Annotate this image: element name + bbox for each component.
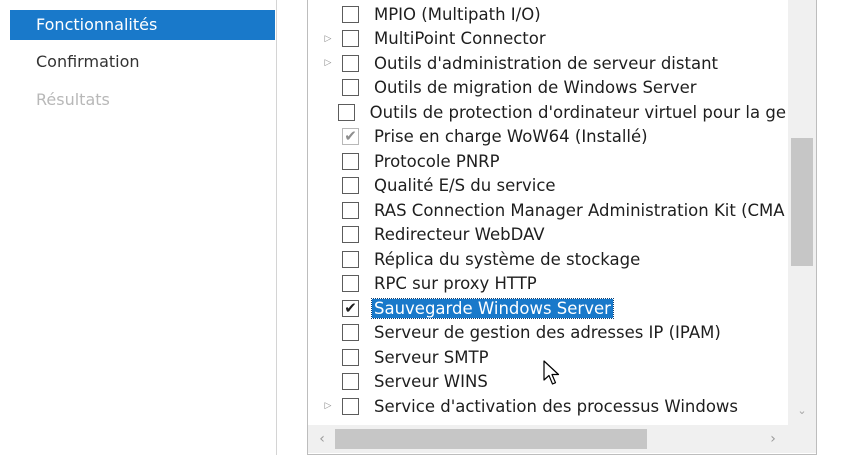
- feature-label[interactable]: Sauvegarde Windows Server: [371, 297, 614, 319]
- feature-checkbox[interactable]: [342, 275, 359, 293]
- feature-checkbox[interactable]: [342, 201, 359, 219]
- checkmark-icon: ✔: [344, 127, 357, 146]
- wizard-navigation: Fonctionnalités Confirmation Résultats: [0, 0, 276, 461]
- checkmark-icon: ✔: [344, 298, 357, 317]
- feature-row[interactable]: ✔ Sauvegarde Windows Server: [308, 296, 788, 321]
- features-list-panel: MPIO (Multipath I/O) ▷ MultiPoint Connecto…: [307, 0, 817, 455]
- feature-row[interactable]: RAS Connection Manager Administration Ki…: [308, 198, 788, 223]
- feature-label[interactable]: Prise en charge WoW64 (Installé): [372, 127, 650, 146]
- feature-label[interactable]: Outils d'administration de serveur dista…: [372, 54, 720, 73]
- chevron-right-icon[interactable]: ›: [761, 425, 785, 453]
- feature-row[interactable]: RPC sur proxy HTTP: [308, 272, 788, 297]
- feature-row[interactable]: ✔ Prise en charge WoW64 (Installé): [308, 125, 788, 150]
- feature-row[interactable]: Protocole PNRP: [308, 149, 788, 174]
- feature-label[interactable]: Outils de migration de Windows Server: [372, 78, 699, 97]
- feature-label[interactable]: Réplica du système de stockage: [372, 250, 642, 269]
- feature-label[interactable]: Serveur WINS: [372, 372, 490, 391]
- chevron-right-icon[interactable]: ▷: [322, 34, 334, 44]
- feature-checkbox[interactable]: [342, 5, 359, 23]
- feature-checkbox[interactable]: [342, 397, 359, 415]
- chevron-right-icon[interactable]: ▷: [322, 401, 334, 411]
- feature-checkbox: ✔: [342, 127, 359, 146]
- chevron-right-icon[interactable]: ▷: [322, 58, 334, 68]
- feature-label[interactable]: Service d'activation des processus Windo…: [372, 397, 740, 416]
- feature-checkbox[interactable]: [342, 348, 359, 366]
- feature-row[interactable]: MPIO (Multipath I/O): [308, 2, 788, 27]
- vertical-scrollbar[interactable]: ⌄: [788, 0, 816, 425]
- horizontal-scroll-thumb[interactable]: [335, 429, 647, 449]
- feature-label[interactable]: Serveur SMTP: [372, 348, 491, 367]
- nav-item-resultats: Résultats: [36, 90, 110, 109]
- feature-label[interactable]: MPIO (Multipath I/O): [372, 5, 543, 24]
- feature-checkbox[interactable]: [342, 226, 359, 244]
- nav-divider: [276, 0, 277, 455]
- feature-checkbox[interactable]: [342, 79, 359, 97]
- feature-label[interactable]: Redirecteur WebDAV: [372, 225, 547, 244]
- feature-label[interactable]: RAS Connection Manager Administration Ki…: [372, 201, 787, 220]
- feature-checkbox[interactable]: [342, 373, 359, 391]
- feature-checkbox[interactable]: [342, 177, 359, 195]
- feature-label[interactable]: Outils de protection d'ordinateur virtue…: [368, 103, 788, 122]
- feature-checkbox[interactable]: [342, 30, 359, 48]
- chevron-left-icon[interactable]: ‹: [310, 425, 334, 453]
- mouse-pointer-icon: [543, 360, 560, 385]
- feature-row[interactable]: Outils de migration de Windows Server: [308, 76, 788, 101]
- feature-checkbox[interactable]: [342, 324, 359, 342]
- feature-checkbox[interactable]: [342, 54, 359, 72]
- feature-checkbox[interactable]: [342, 250, 359, 268]
- feature-row[interactable]: ▷ Outils d'administration de serveur dist…: [308, 51, 788, 76]
- feature-label[interactable]: RPC sur proxy HTTP: [372, 274, 539, 293]
- feature-row[interactable]: ▷ Service d'activation des processus Wind…: [308, 394, 788, 419]
- nav-item-confirmation[interactable]: Confirmation: [10, 47, 275, 77]
- feature-label[interactable]: Serveur de gestion des adresses IP (IPAM…: [372, 323, 723, 342]
- feature-label[interactable]: MultiPoint Connector: [372, 29, 548, 48]
- feature-label[interactable]: Protocole PNRP: [372, 152, 502, 171]
- nav-item-fonctionnalites[interactable]: Fonctionnalités: [10, 10, 275, 40]
- feature-label[interactable]: Qualité E/S du service: [372, 176, 558, 195]
- horizontal-scrollbar[interactable]: ‹ ›: [308, 425, 788, 453]
- feature-row[interactable]: Serveur de gestion des adresses IP (IPAM…: [308, 321, 788, 346]
- feature-row[interactable]: ▷ MultiPoint Connector: [308, 27, 788, 52]
- vertical-scroll-thumb[interactable]: [791, 138, 813, 266]
- scrollbar-corner: [788, 425, 816, 453]
- feature-row[interactable]: Réplica du système de stockage: [308, 247, 788, 272]
- feature-checkbox[interactable]: [337, 103, 355, 121]
- feature-row[interactable]: Outils de protection d'ordinateur virtue…: [308, 100, 788, 125]
- feature-checkbox[interactable]: [342, 152, 359, 170]
- chevron-down-icon[interactable]: ⌄: [788, 400, 816, 422]
- feature-checkbox[interactable]: ✔: [342, 298, 359, 317]
- feature-row[interactable]: Qualité E/S du service: [308, 174, 788, 199]
- feature-row[interactable]: Redirecteur WebDAV: [308, 223, 788, 248]
